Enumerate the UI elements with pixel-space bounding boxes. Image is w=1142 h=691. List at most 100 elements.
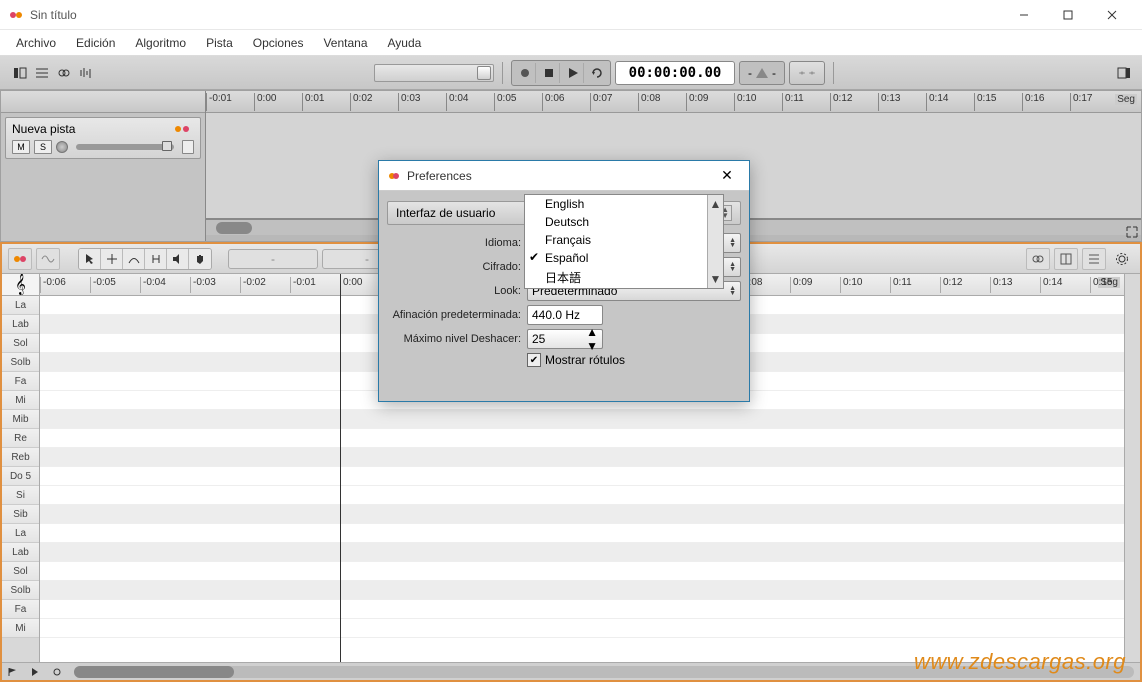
note-label: Solb (2, 353, 39, 372)
tool-speaker[interactable] (167, 249, 189, 269)
cycle-button[interactable] (789, 61, 825, 85)
note-label: La (2, 296, 39, 315)
track-header[interactable]: Nueva pista M S (5, 117, 201, 159)
tool-view2[interactable] (32, 63, 52, 83)
menu-edicion[interactable]: Edición (66, 32, 125, 54)
ruler-tick: -0:04 (140, 277, 166, 293)
zoom-slider[interactable] (374, 64, 494, 82)
grid-row[interactable] (40, 600, 1124, 619)
dialog-title-text: Preferences (407, 169, 472, 183)
ruler-tick: 0:14 (1040, 277, 1062, 293)
tempo-right: - (772, 66, 776, 80)
window-title: Sin título (30, 8, 77, 22)
ruler-tick: -0:02 (240, 277, 266, 293)
mute-button[interactable]: M (12, 140, 30, 154)
grid-row[interactable] (40, 524, 1124, 543)
tool-waveform-icon[interactable] (76, 63, 96, 83)
ruler-tick: 0:00 (254, 93, 276, 111)
grid-row[interactable] (40, 562, 1124, 581)
tool-pointer[interactable] (79, 249, 101, 269)
stop-button[interactable] (538, 63, 560, 83)
grid-row[interactable] (40, 619, 1124, 638)
dialog-icon (387, 169, 401, 183)
dialog-titlebar[interactable]: Preferences ✕ (379, 161, 749, 191)
undo-label: Máximo nivel Deshacer: (387, 333, 527, 345)
editor-grid-icon[interactable] (1054, 248, 1078, 270)
language-option[interactable]: Deutsch (525, 213, 723, 231)
record-button[interactable] (514, 63, 536, 83)
grid-row[interactable] (40, 543, 1124, 562)
language-option[interactable]: 日本語 (525, 267, 723, 288)
language-option[interactable]: Français (525, 231, 723, 249)
ruler-tick: 0:07 (590, 93, 612, 111)
menu-archivo[interactable]: Archivo (6, 32, 66, 54)
grid-row[interactable] (40, 429, 1124, 448)
language-option[interactable]: ✔Español (525, 249, 723, 267)
tool-view1[interactable] (10, 63, 30, 83)
ruler-tick: 0:10 (840, 277, 862, 293)
footer-tool-pointer[interactable] (26, 665, 44, 679)
grid-row[interactable] (40, 486, 1124, 505)
play-button[interactable] (562, 63, 584, 83)
close-button[interactable] (1090, 1, 1134, 29)
grid-row[interactable] (40, 410, 1124, 429)
menu-bar: Archivo Edición Algoritmo Pista Opciones… (0, 30, 1142, 56)
ruler-tick: 0:13 (990, 277, 1012, 293)
footer-tool-hand[interactable] (48, 665, 66, 679)
timeline-ruler-top[interactable]: Seg -0:010:000:010:020:030:040:050:060:0… (206, 91, 1141, 113)
section-label: Interfaz de usuario (396, 206, 495, 220)
tool-panel-right[interactable] (1114, 63, 1134, 83)
metronome-icon (756, 68, 768, 78)
editor-snap-icon[interactable] (1082, 248, 1106, 270)
maximize-button[interactable] (1046, 1, 1090, 29)
mostrar-rotulos-checkbox[interactable]: ✔ (527, 353, 541, 367)
grid-row[interactable] (40, 581, 1124, 600)
editor-hscroll[interactable] (74, 666, 1134, 678)
tuning-field[interactable]: 440.0 Hz (527, 305, 603, 325)
solo-button[interactable]: S (34, 140, 52, 154)
title-bar: Sin título (0, 0, 1142, 30)
editor-mode-wave[interactable] (36, 248, 60, 270)
tool-move[interactable] (101, 249, 123, 269)
dialog-close-button[interactable]: ✕ (713, 164, 741, 188)
note-label: Lab (2, 543, 39, 562)
menu-ayuda[interactable]: Ayuda (378, 32, 432, 54)
treble-clef-icon: 𝄞 (2, 274, 39, 296)
editor-link-icon[interactable] (1026, 248, 1050, 270)
menu-opciones[interactable]: Opciones (243, 32, 314, 54)
grid-row[interactable] (40, 505, 1124, 524)
minimize-button[interactable] (1002, 1, 1046, 29)
track-name: Nueva pista (12, 122, 75, 136)
note-label: Solb (2, 581, 39, 600)
tool-curve[interactable] (123, 249, 145, 269)
menu-pista[interactable]: Pista (196, 32, 243, 54)
tool-hand[interactable] (189, 249, 211, 269)
volume-slider[interactable] (76, 144, 174, 150)
timecode-display: 00:00:00.00 (615, 61, 735, 85)
editor-gear-icon[interactable] (1110, 248, 1134, 270)
footer-tool-flag[interactable] (4, 665, 22, 679)
ruler-tick: 0:04 (446, 93, 468, 111)
grid-row[interactable] (40, 467, 1124, 486)
menu-algoritmo[interactable]: Algoritmo (125, 32, 196, 54)
ruler-tick: -0:01 (290, 277, 316, 293)
arm-button[interactable] (56, 141, 68, 153)
editor-vscroll[interactable] (1124, 274, 1140, 662)
language-option[interactable]: English (525, 195, 723, 213)
ruler-tick: 0:08 (638, 93, 660, 111)
playhead[interactable] (340, 274, 341, 662)
tempo-box[interactable]: - - (739, 61, 785, 85)
editor-disp-1[interactable]: - (228, 249, 318, 269)
tool-link-icon[interactable] (54, 63, 74, 83)
app-icon (8, 7, 24, 23)
grid-row[interactable] (40, 448, 1124, 467)
ruler-tick: 0:15 (974, 93, 996, 111)
expand-icon[interactable] (1125, 225, 1139, 239)
track-expand[interactable] (182, 140, 194, 154)
main-toolbar: 00:00:00.00 - - (0, 56, 1142, 90)
menu-ventana[interactable]: Ventana (313, 32, 377, 54)
loop-button[interactable] (586, 63, 608, 83)
editor-mode-notes[interactable] (8, 248, 32, 270)
tool-range[interactable] (145, 249, 167, 269)
undo-spinner[interactable]: 25▲▼ (527, 329, 603, 349)
